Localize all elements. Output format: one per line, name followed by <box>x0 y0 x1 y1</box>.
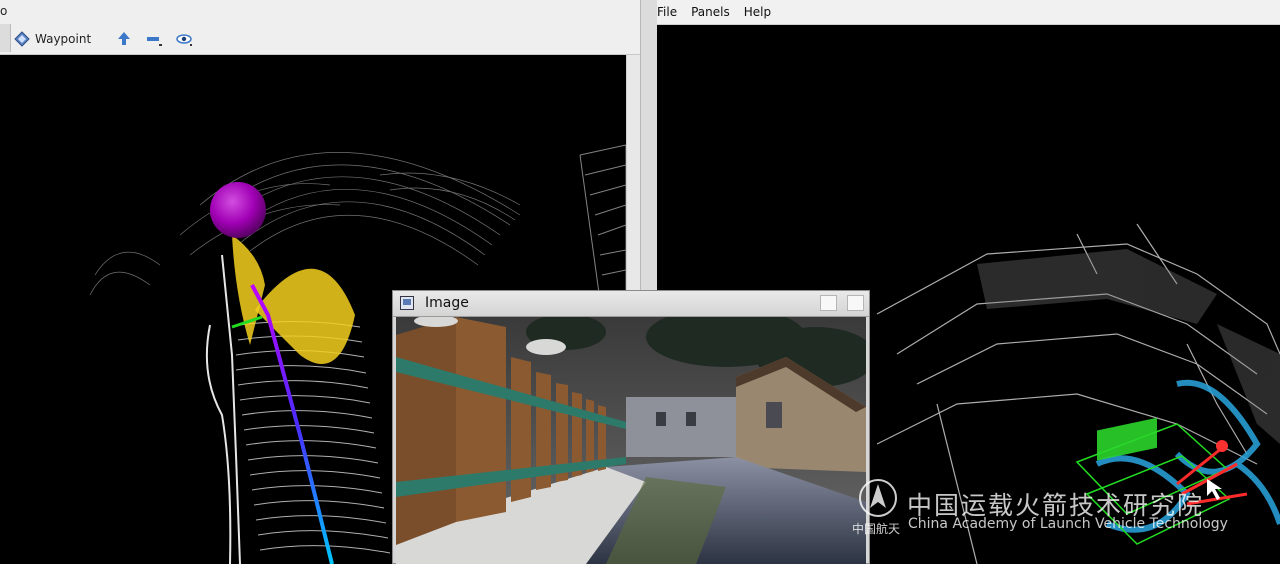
goal-sphere <box>210 182 266 238</box>
waypoint-icon <box>14 31 30 47</box>
view-options-button[interactable] <box>176 28 192 50</box>
waypoint-tool-label: Waypoint <box>35 32 92 46</box>
move-camera-button[interactable] <box>116 28 132 50</box>
image-window: Image <box>392 290 870 564</box>
red-marker <box>1216 440 1228 452</box>
camera-image <box>396 317 866 564</box>
measure-icon <box>147 37 162 46</box>
left-toolbar: o Waypoint <box>0 0 640 55</box>
menu-bar: File Panels Help <box>657 0 1280 25</box>
image-window-icon <box>400 296 414 310</box>
menu-panels[interactable]: Panels <box>691 5 730 19</box>
left-wall-points <box>205 254 241 564</box>
window-title-fragment: o <box>0 4 8 18</box>
eye-icon <box>176 34 192 46</box>
move-camera-icon <box>118 32 130 45</box>
close-button[interactable] <box>847 295 864 311</box>
image-window-title: Image <box>425 295 469 311</box>
green-solid-block <box>1097 417 1157 461</box>
toolbar-previous-tool[interactable] <box>0 24 11 52</box>
measure-button[interactable] <box>146 28 162 50</box>
image-window-titlebar[interactable]: Image <box>393 291 869 317</box>
menu-file[interactable]: File <box>657 5 677 19</box>
camera-image-render <box>396 317 866 564</box>
menu-help[interactable]: Help <box>744 5 771 19</box>
sensor-cone <box>232 235 355 364</box>
waypoint-tool-button[interactable]: Waypoint <box>14 28 91 50</box>
mouse-cursor-icon <box>1207 479 1222 500</box>
maximize-button[interactable] <box>820 295 837 311</box>
